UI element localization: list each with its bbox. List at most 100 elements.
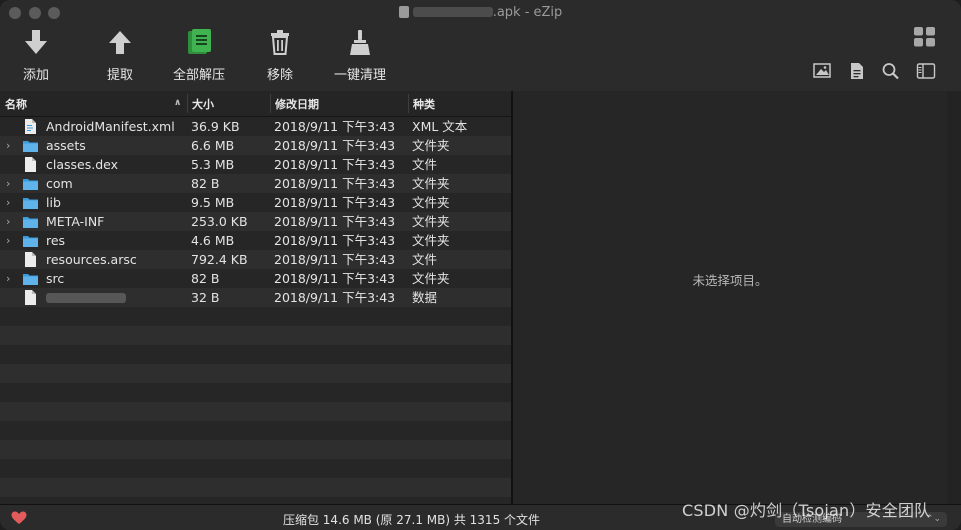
file-rows: AndroidManifest.xml 36.9 KB 2018/9/11 下午…	[0, 117, 511, 516]
file-kind: 文件夹	[412, 195, 450, 210]
extract-all-button-label: 全部解压	[173, 68, 226, 83]
column-size-header[interactable]: 大小	[192, 96, 214, 112]
file-size: 36.9 KB	[191, 119, 240, 134]
file-name: resources.arsc	[46, 252, 137, 267]
no-selection-message: 未选择项目。	[692, 273, 768, 288]
table-row[interactable]: › src 82 B 2018/9/11 下午3:43 文件夹	[0, 269, 511, 288]
file-icon	[23, 157, 38, 172]
right-edge-strip	[947, 91, 961, 504]
file-kind: 文件	[412, 252, 438, 267]
empty-row	[0, 402, 511, 421]
file-date: 2018/9/11 下午3:43	[274, 157, 396, 172]
file-list: 名称 ∧ 大小 修改日期 种类 AndroidManifest.xml 36.9…	[0, 91, 511, 516]
file-icon	[23, 290, 38, 305]
file-size: 792.4 KB	[191, 252, 248, 267]
app-window: .apk - eZip 添加 提取 全部解压 移除 一键清理 名称 ∧ 大小 修…	[0, 0, 961, 530]
table-row[interactable]: 32 B 2018/9/11 下午3:43 数据	[0, 288, 511, 307]
file-date: 2018/9/11 下午3:43	[274, 119, 396, 134]
remove-button[interactable]: 移除	[266, 28, 294, 83]
folder-icon	[23, 233, 38, 248]
table-row[interactable]: › META-INF 253.0 KB 2018/9/11 下午3:43 文件夹	[0, 212, 511, 231]
sort-ascending-icon: ∧	[174, 98, 182, 108]
file-name: META-INF	[46, 214, 105, 229]
extract-button[interactable]: 提取	[106, 28, 134, 83]
watermark: CSDN @灼剑（Tsojan）安全团队	[682, 501, 931, 520]
file-date: 2018/9/11 下午3:43	[274, 138, 396, 153]
empty-row	[0, 440, 511, 459]
file-date: 2018/9/11 下午3:43	[274, 195, 396, 210]
disclosure-arrow-icon[interactable]: ›	[6, 174, 10, 193]
search-icon[interactable]	[881, 62, 901, 80]
preview-pane: 未选择项目。	[513, 91, 948, 505]
table-row[interactable]: › assets 6.6 MB 2018/9/11 下午3:43 文件夹	[0, 136, 511, 155]
file-icon	[23, 252, 38, 267]
disclosure-arrow-icon[interactable]: ›	[6, 136, 10, 155]
extract-all-icon	[188, 29, 211, 54]
file-size: 32 B	[191, 290, 220, 305]
document-text-icon[interactable]	[847, 62, 867, 80]
one-click-clean-button[interactable]: 一键清理	[334, 28, 386, 83]
column-name-header[interactable]: 名称	[5, 96, 27, 112]
column-date-header[interactable]: 修改日期	[275, 96, 319, 112]
folder-icon	[23, 271, 38, 286]
add-button[interactable]: 添加	[22, 28, 50, 83]
file-kind: XML 文本	[412, 119, 468, 134]
table-row[interactable]: classes.dex 5.3 MB 2018/9/11 下午3:43 文件	[0, 155, 511, 174]
file-size: 9.5 MB	[191, 195, 235, 210]
disclosure-arrow-icon[interactable]: ›	[6, 212, 10, 231]
trash-icon	[271, 30, 289, 55]
disclosure-arrow-icon[interactable]: ›	[6, 193, 10, 212]
folder-icon	[23, 214, 38, 229]
file-kind: 数据	[412, 290, 438, 305]
file-size: 6.6 MB	[191, 138, 235, 153]
disclosure-arrow-icon[interactable]: ›	[6, 231, 10, 250]
file-name: res	[46, 233, 66, 248]
file-size: 5.3 MB	[191, 157, 235, 172]
sidebar-toggle-icon[interactable]	[916, 62, 936, 80]
column-separator[interactable]	[187, 94, 188, 113]
file-date: 2018/9/11 下午3:43	[274, 214, 396, 229]
empty-row	[0, 383, 511, 402]
column-separator[interactable]	[408, 94, 409, 113]
file-name: lib	[46, 195, 61, 210]
file-name: assets	[46, 138, 86, 153]
table-row[interactable]: › res 4.6 MB 2018/9/11 下午3:43 文件夹	[0, 231, 511, 250]
file-kind: 文件夹	[412, 271, 450, 286]
add-button-label: 添加	[22, 68, 49, 83]
file-kind: 文件夹	[412, 233, 450, 248]
remove-button-label: 移除	[266, 68, 293, 83]
xml-file-icon	[23, 119, 38, 134]
image-icon[interactable]	[812, 62, 832, 80]
document-icon	[398, 6, 409, 18]
table-row[interactable]: resources.arsc 792.4 KB 2018/9/11 下午3:43…	[0, 250, 511, 269]
file-kind: 文件夹	[412, 138, 450, 153]
file-name: AndroidManifest.xml	[46, 119, 175, 134]
empty-row	[0, 307, 511, 326]
one-click-clean-button-label: 一键清理	[334, 68, 387, 83]
broom-icon	[350, 30, 370, 55]
file-name: src	[46, 271, 65, 286]
file-date: 2018/9/11 下午3:43	[274, 271, 396, 286]
file-date: 2018/9/11 下午3:43	[274, 290, 396, 305]
column-header: 名称 ∧ 大小 修改日期 种类	[0, 91, 511, 117]
table-row[interactable]: › com 82 B 2018/9/11 下午3:43 文件夹	[0, 174, 511, 193]
extract-all-button[interactable]: 全部解压	[173, 28, 225, 83]
empty-row	[0, 345, 511, 364]
arrow-up-icon	[109, 31, 131, 54]
file-size: 82 B	[191, 176, 220, 191]
column-kind-header[interactable]: 种类	[413, 96, 435, 112]
arrow-down-icon	[25, 30, 47, 54]
table-row[interactable]: AndroidManifest.xml 36.9 KB 2018/9/11 下午…	[0, 117, 511, 136]
empty-row	[0, 421, 511, 440]
table-row[interactable]: › lib 9.5 MB 2018/9/11 下午3:43 文件夹	[0, 193, 511, 212]
grid-view-icon[interactable]	[913, 26, 937, 48]
file-name-redacted	[46, 288, 126, 307]
file-name: classes.dex	[46, 157, 119, 172]
file-date: 2018/9/11 下午3:43	[274, 252, 396, 267]
file-kind: 文件夹	[412, 214, 450, 229]
column-separator[interactable]	[270, 94, 271, 113]
file-size: 82 B	[191, 271, 220, 286]
disclosure-arrow-icon[interactable]: ›	[6, 269, 10, 288]
file-size: 253.0 KB	[191, 214, 248, 229]
folder-icon	[23, 195, 38, 210]
